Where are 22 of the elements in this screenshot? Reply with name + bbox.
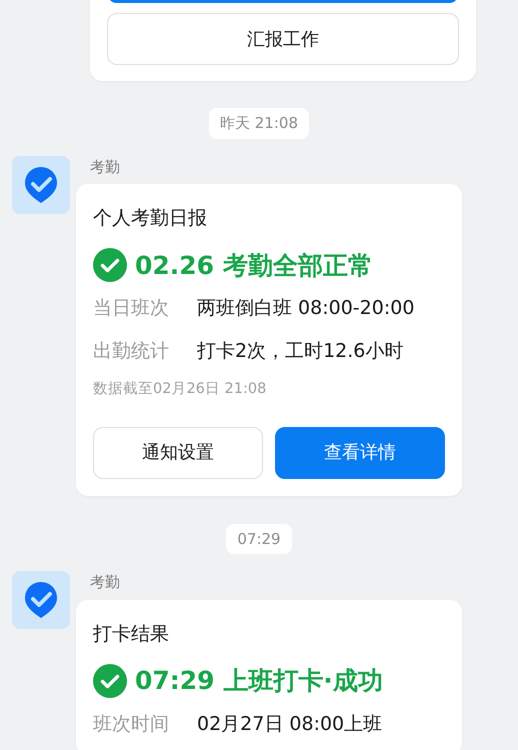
timestamp: 07:29: [226, 524, 292, 554]
timestamp: 昨天 21:08: [209, 108, 309, 138]
check-circle-icon: [93, 248, 127, 282]
secondary-button[interactable]: 通知设置: [93, 426, 263, 479]
primary-button[interactable]: 查看详情: [275, 426, 445, 479]
card-title: 个人考勤日报: [93, 206, 208, 231]
location-check-icon: [23, 580, 59, 620]
card-title: 打卡结果: [93, 622, 170, 647]
field-label: 当日班次: [93, 296, 170, 321]
location-check-icon: [23, 164, 59, 204]
field-label: 班次时间: [93, 712, 170, 737]
field-value: 两班倒白班 08:00-20:00: [197, 296, 414, 321]
sender-name: 考勤: [90, 156, 121, 178]
status-text: 07:29 上班打卡·成功: [135, 665, 383, 698]
check-circle-icon: [93, 664, 127, 698]
sender-name: 考勤: [90, 572, 121, 594]
data-timestamp-note: 数据截至02月26日 21:08: [93, 380, 268, 399]
field-label: 出勤统计: [93, 338, 170, 364]
status-text: 02.26 考勤全部正常: [135, 250, 373, 282]
field-value: 02月27日 08:00上班: [197, 712, 382, 737]
field-value: 打卡2次，工时12.6小时: [197, 338, 404, 364]
secondary-button[interactable]: 汇报工作: [107, 13, 459, 65]
